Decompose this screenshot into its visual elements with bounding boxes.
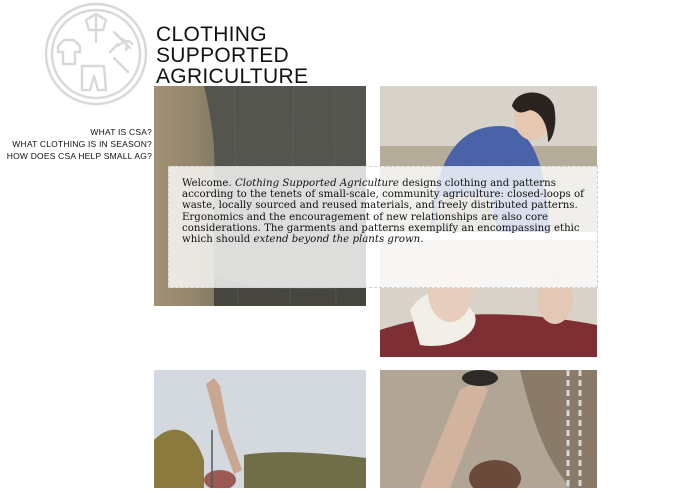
- site-title[interactable]: CLOTHING SUPPORTED AGRICULTURE: [156, 24, 336, 87]
- title-line-1: CLOTHING: [156, 23, 267, 46]
- photo-swing-chain-art: [380, 370, 597, 488]
- main-nav: WHAT IS CSA? WHAT CLOTHING IS IN SEASON?…: [7, 126, 152, 162]
- nav-item-what-is-csa[interactable]: WHAT IS CSA?: [7, 126, 152, 138]
- nav-item-csa-help-small-ag[interactable]: HOW DOES CSA HELP SMALL AG?: [7, 150, 152, 162]
- title-line-2: SUPPORTED: [156, 44, 290, 67]
- csa-emblem-icon: [44, 2, 148, 106]
- nav-item-clothing-in-season[interactable]: WHAT CLOTHING IS IN SEASON?: [7, 138, 152, 150]
- welcome-closing: extend beyond the plants grown.: [253, 234, 424, 246]
- welcome-paragraph: Welcome. Clothing Supported Agriculture …: [182, 178, 585, 245]
- photo-arm-raised-sky-art: [154, 370, 366, 488]
- title-line-3: AGRICULTURE: [156, 65, 309, 88]
- photo-swing-chain: [380, 370, 597, 488]
- site-logo-icon[interactable]: [44, 2, 148, 106]
- welcome-intro: Welcome.: [182, 178, 235, 189]
- welcome-brand-name: Clothing Supported Agriculture: [234, 178, 399, 189]
- welcome-text-box: Welcome. Clothing Supported Agriculture …: [168, 166, 598, 288]
- photo-arm-raised-sky: [154, 370, 366, 488]
